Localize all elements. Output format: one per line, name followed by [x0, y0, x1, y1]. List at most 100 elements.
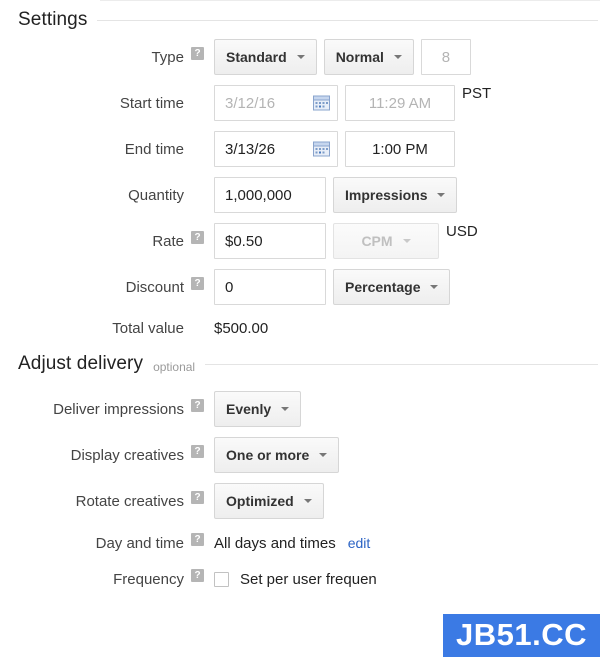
label-rotate-creatives: Rotate creatives — [75, 492, 184, 510]
start-time-input[interactable] — [345, 85, 455, 121]
control-cell-quantity: Impressions — [214, 175, 458, 215]
settings-section-title: Settings — [18, 9, 88, 30]
settings-form: Type ? Standard Normal Start time — [0, 31, 600, 343]
adjust-delivery-form: Deliver impressions ? Evenly Display cre… — [0, 375, 600, 595]
label-display-creatives: Display creatives — [70, 446, 184, 464]
control-cell-frequency: Set per user frequen — [214, 563, 377, 595]
quantity-input[interactable] — [214, 177, 326, 213]
display-creatives-dropdown[interactable]: One or more — [214, 437, 340, 473]
label-total-value: Total value — [112, 319, 184, 337]
settings-section-header: Settings — [0, 9, 600, 31]
frequency-checkbox-label: Set per user frequen — [240, 570, 377, 588]
label-cell-total-value: Total value — [0, 313, 214, 343]
deliver-impressions-label: Evenly — [226, 401, 272, 417]
day-and-time-value: All days and times — [214, 534, 336, 552]
control-cell-day-and-time: All days and times edit — [214, 527, 370, 559]
type-priority-label: Normal — [335, 49, 384, 65]
adjust-delivery-section-header: Adjust delivery optional — [0, 353, 600, 375]
discount-input[interactable] — [214, 269, 326, 305]
deliver-impressions-dropdown[interactable]: Evenly — [214, 391, 302, 427]
control-cell-rate: CPM USD — [214, 221, 478, 261]
row-start-time: Start time PST — [0, 83, 600, 123]
rate-unit-dropdown[interactable]: CPM — [333, 223, 439, 259]
label-cell-start-time: Start time — [0, 83, 214, 123]
chevron-down-icon — [281, 407, 290, 411]
chevron-down-icon — [393, 55, 402, 59]
control-cell-start-time: PST — [214, 83, 491, 123]
chevron-down-icon — [437, 193, 446, 197]
control-cell-display-creatives: One or more — [214, 435, 340, 475]
label-quantity: Quantity — [128, 186, 184, 204]
chevron-down-icon — [430, 285, 439, 289]
label-discount: Discount — [125, 278, 184, 296]
row-total-value: Total value $500.00 — [0, 313, 600, 343]
help-icon[interactable]: ? — [191, 532, 204, 546]
rate-unit-label: CPM — [361, 233, 393, 249]
adjust-delivery-optional-tag: optional — [153, 360, 196, 374]
control-cell-total-value: $500.00 — [214, 313, 268, 343]
quantity-unit-label: Impressions — [345, 187, 428, 203]
label-deliver-impressions: Deliver impressions — [53, 400, 184, 418]
day-and-time-edit-link[interactable]: edit — [348, 535, 371, 551]
chevron-down-icon — [303, 499, 312, 503]
label-cell-day-and-time: Day and time ? — [0, 527, 214, 559]
label-cell-type: Type ? — [0, 37, 214, 77]
discount-unit-label: Percentage — [345, 279, 421, 295]
rotate-creatives-dropdown[interactable]: Optimized — [214, 483, 324, 519]
label-rate: Rate — [152, 232, 184, 250]
end-date-input[interactable] — [214, 131, 338, 167]
row-rate: Rate ? CPM USD — [0, 221, 600, 261]
chevron-down-icon — [296, 55, 305, 59]
label-type: Type — [151, 48, 184, 66]
control-cell-rotate-creatives: Optimized — [214, 481, 324, 521]
label-cell-display-creatives: Display creatives ? — [0, 435, 214, 475]
rotate-creatives-label: Optimized — [226, 493, 294, 509]
chevron-down-icon — [402, 239, 411, 243]
start-date-wrap — [214, 85, 338, 121]
frequency-checkbox[interactable] — [214, 571, 229, 587]
chevron-down-icon — [319, 453, 328, 457]
help-icon[interactable]: ? — [191, 230, 204, 244]
display-creatives-label: One or more — [226, 447, 310, 463]
label-cell-rotate-creatives: Rotate creatives ? — [0, 481, 214, 521]
row-end-time: End time — [0, 129, 600, 169]
row-display-creatives: Display creatives ? One or more — [0, 435, 600, 475]
end-date-wrap — [214, 131, 338, 167]
type-priority-dropdown[interactable]: Normal — [323, 39, 414, 75]
discount-unit-dropdown[interactable]: Percentage — [333, 269, 451, 305]
label-end-time: End time — [124, 140, 184, 158]
row-type: Type ? Standard Normal — [0, 37, 600, 77]
rate-input[interactable] — [214, 223, 326, 259]
help-icon[interactable]: ? — [191, 46, 204, 60]
quantity-unit-dropdown[interactable]: Impressions — [333, 177, 458, 213]
row-day-and-time: Day and time ? All days and times edit — [0, 527, 600, 559]
help-icon[interactable]: ? — [191, 276, 204, 290]
help-icon[interactable]: ? — [191, 444, 204, 458]
adjust-delivery-section-title: Adjust delivery — [18, 353, 144, 374]
start-date-input[interactable] — [214, 85, 338, 121]
settings-section-divider — [97, 19, 598, 21]
row-discount: Discount ? Percentage — [0, 267, 600, 307]
label-cell-quantity: Quantity — [0, 175, 214, 215]
label-cell-discount: Discount ? — [0, 267, 214, 307]
row-frequency: Frequency ? Set per user frequen — [0, 563, 600, 595]
help-icon[interactable]: ? — [191, 568, 204, 582]
label-day-and-time: Day and time — [95, 534, 184, 552]
type-standard-label: Standard — [226, 49, 287, 65]
control-cell-discount: Percentage — [214, 267, 451, 307]
priority-value-input[interactable] — [420, 39, 471, 75]
end-time-input[interactable] — [345, 131, 455, 167]
total-value-text: $500.00 — [214, 319, 269, 337]
help-icon[interactable]: ? — [191, 398, 204, 412]
row-deliver-impressions: Deliver impressions ? Evenly — [0, 389, 600, 429]
label-cell-deliver-impressions: Deliver impressions ? — [0, 389, 214, 429]
control-cell-type: Standard Normal — [214, 37, 471, 77]
type-standard-dropdown[interactable]: Standard — [214, 39, 317, 75]
label-cell-end-time: End time — [0, 129, 214, 169]
rate-currency-label: USD — [446, 223, 478, 240]
row-quantity: Quantity Impressions — [0, 175, 600, 215]
label-start-time: Start time — [119, 94, 184, 112]
watermark: JB51.CC — [443, 614, 600, 657]
help-icon[interactable]: ? — [191, 490, 204, 504]
label-cell-frequency: Frequency ? — [0, 563, 214, 595]
